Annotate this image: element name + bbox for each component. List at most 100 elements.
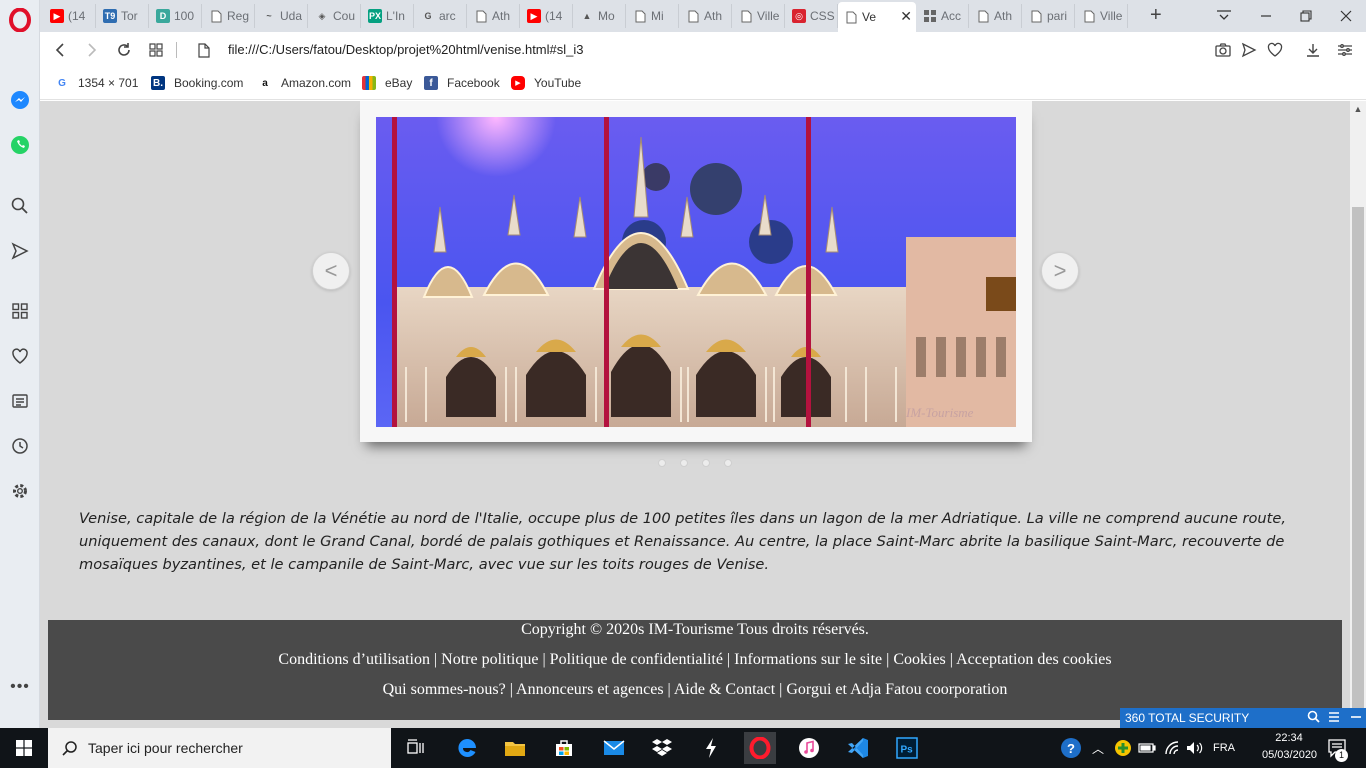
news-icon[interactable] xyxy=(6,387,34,415)
mail-icon[interactable] xyxy=(598,732,630,764)
dropbox-icon[interactable] xyxy=(646,732,678,764)
bookmark-youtube[interactable]: ▶ YouTube xyxy=(511,76,581,90)
volume-icon[interactable] xyxy=(1184,728,1206,768)
microsoft-store-icon[interactable] xyxy=(548,732,580,764)
battery-icon[interactable] xyxy=(1136,728,1158,768)
amazon-icon: a xyxy=(262,77,268,89)
browser-tab[interactable]: Ve ✕ xyxy=(838,2,916,32)
opera-taskbar-icon[interactable] xyxy=(744,732,776,764)
camera-snapshot-icon[interactable] xyxy=(1214,41,1232,59)
windows-start-icon[interactable] xyxy=(0,728,48,768)
browser-tab[interactable]: ◎ CSS xyxy=(786,4,838,28)
action-center-icon[interactable]: 1 xyxy=(1322,728,1352,768)
help-icon[interactable]: ? xyxy=(1058,728,1084,768)
send-icon[interactable] xyxy=(6,237,34,265)
browser-tab[interactable]: ▲ Mo xyxy=(574,4,626,28)
taskbar-search-box[interactable]: Taper ici pour rechercher xyxy=(48,728,391,768)
taskbar-clock[interactable]: 22:34 05/03/2020 xyxy=(1262,730,1317,764)
browser-tab[interactable]: Ville xyxy=(733,4,785,28)
bookmark-facebook[interactable]: f Facebook xyxy=(424,76,500,90)
bookmark-resolution[interactable]: G 1354 × 701 xyxy=(55,76,138,90)
url-field[interactable]: file:///C:/Users/fatou/Desktop/projet%20… xyxy=(228,42,584,57)
browser-tab[interactable]: T9 Tor xyxy=(97,4,149,28)
settings-gear-icon[interactable] xyxy=(6,477,34,505)
heart-bookmark-icon[interactable] xyxy=(1266,41,1284,59)
search-icon[interactable] xyxy=(1307,710,1320,726)
page-footer: Copyright © 2020s IM-Tourisme Tous droit… xyxy=(48,620,1342,720)
speed-dial-icon[interactable] xyxy=(6,297,34,325)
browser-tab[interactable]: ◈ Cou xyxy=(309,4,361,28)
forward-icon[interactable] xyxy=(82,40,102,60)
task-view-icon[interactable] xyxy=(400,732,432,764)
youtube-icon: ▶ xyxy=(527,9,541,23)
google-drive-icon: ▲ xyxy=(582,11,592,21)
download-icon[interactable] xyxy=(1304,41,1322,59)
input-language[interactable]: FRA xyxy=(1210,728,1238,768)
browser-tab[interactable]: Acc xyxy=(917,4,969,28)
browser-tab[interactable]: Ath xyxy=(970,4,1022,28)
tab-label: Cou xyxy=(333,9,356,23)
speed-dial-grid-icon[interactable] xyxy=(146,40,166,60)
scrollbar-thumb[interactable] xyxy=(1352,207,1364,728)
minimize-icon[interactable] xyxy=(1256,6,1276,26)
browser-tab[interactable]: Ath xyxy=(680,4,732,28)
svg-text:Ps: Ps xyxy=(901,745,914,756)
tray-expand-chevron-icon[interactable]: ︿ xyxy=(1088,728,1108,768)
footer-links-legal[interactable]: Conditions d’utilisation | Notre politiq… xyxy=(48,651,1342,669)
itunes-icon[interactable] xyxy=(793,732,825,764)
search-icon[interactable] xyxy=(6,192,34,220)
close-window-icon[interactable] xyxy=(1336,6,1356,26)
browser-tab[interactable]: ▶ (14 xyxy=(521,4,573,28)
file-explorer-icon[interactable] xyxy=(499,732,531,764)
browser-tab[interactable]: Ville xyxy=(1076,4,1128,28)
taskbar-search-placeholder: Taper ici pour rechercher xyxy=(88,740,243,756)
browser-tab[interactable]: Garc xyxy=(415,4,467,28)
browser-tab[interactable]: Ath xyxy=(468,4,520,28)
browser-tab[interactable]: ~ Uda xyxy=(256,4,308,28)
tab-close-icon[interactable]: ✕ xyxy=(900,9,912,23)
history-icon[interactable] xyxy=(6,432,34,460)
new-tab-plus-icon[interactable]: + xyxy=(1150,5,1162,25)
browser-tab[interactable]: PX L'In xyxy=(362,4,414,28)
slider-dot-3[interactable] xyxy=(702,459,710,467)
slider-dot-4[interactable] xyxy=(724,459,732,467)
vscode-icon[interactable] xyxy=(842,732,874,764)
wifi-icon[interactable] xyxy=(1162,728,1184,768)
back-icon[interactable] xyxy=(50,40,70,60)
edge-browser-icon[interactable] xyxy=(451,732,483,764)
photoshop-icon[interactable]: Ps xyxy=(891,732,923,764)
tab-label: Ath xyxy=(994,9,1013,23)
slider-dot-1[interactable] xyxy=(658,459,666,467)
browser-tab[interactable]: Mi xyxy=(627,4,679,28)
codepen-icon: ◈ xyxy=(318,10,326,21)
bookmark-ebay[interactable]: eBay xyxy=(362,76,412,90)
bookmark-amazon[interactable]: a Amazon.com xyxy=(258,76,351,90)
easy-setup-icon[interactable] xyxy=(1336,41,1354,59)
menu-icon[interactable] xyxy=(1328,711,1340,726)
bookmarks-heart-icon[interactable] xyxy=(6,342,34,370)
browser-tab[interactable]: ▶ (14 xyxy=(44,4,96,28)
security-tray-icon[interactable] xyxy=(1112,728,1134,768)
css-icon: ◎ xyxy=(792,9,806,23)
bookmark-booking[interactable]: B. Booking.com xyxy=(151,76,243,90)
messenger-icon[interactable] xyxy=(6,86,34,114)
reload-icon[interactable] xyxy=(114,40,134,60)
send-share-icon[interactable] xyxy=(1240,41,1258,59)
browser-tab[interactable]: D 100 xyxy=(150,4,202,28)
whatsapp-icon[interactable] xyxy=(6,131,34,159)
minimize-icon[interactable] xyxy=(1350,711,1362,726)
slider-dot-2[interactable] xyxy=(680,459,688,467)
more-dots-icon[interactable]: ••• xyxy=(6,673,34,701)
browser-tab[interactable]: Reg xyxy=(203,4,255,28)
bookmark-label: Amazon.com xyxy=(281,76,352,90)
scroll-up-arrow-icon[interactable]: ▲ xyxy=(1350,101,1366,117)
slider-prev-button[interactable]: < xyxy=(312,252,350,290)
browser-tab[interactable]: pari xyxy=(1023,4,1075,28)
security-widget[interactable]: 360 TOTAL SECURITY xyxy=(1120,708,1366,728)
restore-icon[interactable] xyxy=(1296,6,1316,26)
opera-logo-icon[interactable] xyxy=(9,8,31,32)
slider-next-button[interactable]: > xyxy=(1041,252,1079,290)
tab-menu-icon[interactable] xyxy=(1214,6,1234,26)
app-bolt-icon[interactable] xyxy=(695,732,727,764)
footer-links-about[interactable]: Qui sommes-nous? | Annonceurs et agences… xyxy=(48,681,1342,699)
